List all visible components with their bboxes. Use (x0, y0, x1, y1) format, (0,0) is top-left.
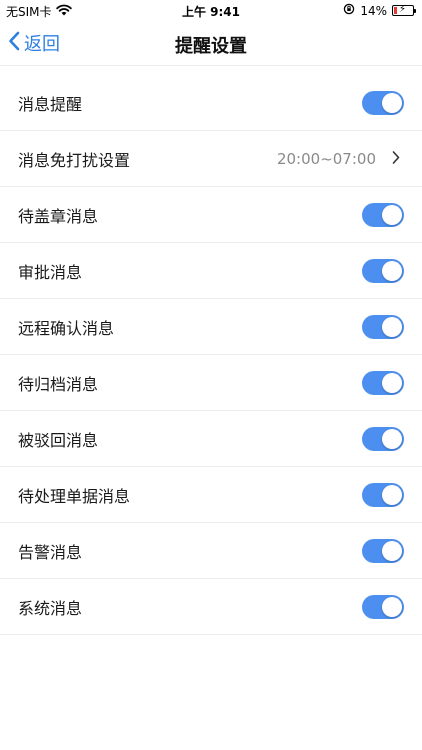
setting-label: 被驳回消息 (18, 430, 99, 450)
rejected-toggle[interactable] (362, 426, 404, 451)
toggle-knob (382, 204, 402, 225)
setting-row-rejected: 被驳回消息 (0, 411, 422, 467)
settings-list: 消息提醒 消息免打扰设置 20:00~07:00 待盖章消息 审批消息 远程确认… (0, 75, 422, 635)
toggle-knob (382, 260, 402, 281)
setting-label: 消息提醒 (18, 94, 83, 114)
setting-row-pending-archive: 待归档消息 (0, 355, 422, 411)
navigation-bar: 返回 提醒设置 (0, 22, 422, 66)
pending-archive-toggle[interactable] (362, 370, 404, 395)
setting-row-alarm: 告警消息 (0, 523, 422, 579)
remote-confirm-toggle[interactable] (362, 314, 404, 339)
setting-row-pending-documents: 待处理单据消息 (0, 467, 422, 523)
setting-label: 消息免打扰设置 (18, 150, 131, 170)
approval-toggle[interactable] (362, 258, 404, 283)
toggle-knob (382, 316, 402, 337)
toggle-knob (382, 596, 402, 617)
do-not-disturb-time: 20:00~07:00 (276, 149, 376, 168)
setting-label: 远程确认消息 (18, 318, 115, 338)
pending-documents-toggle[interactable] (362, 482, 404, 507)
setting-label: 系统消息 (18, 598, 83, 618)
toggle-knob (382, 372, 402, 393)
chevron-right-icon (392, 149, 400, 168)
charging-bolt-icon: ⚡ (399, 4, 407, 15)
setting-label: 待盖章消息 (18, 206, 99, 226)
battery-percent: 14% (360, 3, 387, 18)
setting-row-do-not-disturb[interactable]: 消息免打扰设置 20:00~07:00 (0, 131, 422, 187)
toggle-knob (382, 540, 402, 561)
pending-seal-toggle[interactable] (362, 202, 404, 227)
status-bar: 无SIM卡 上午 9:41 14% ⚡ (0, 0, 422, 22)
orientation-lock-icon (343, 3, 355, 18)
battery-level (394, 7, 397, 14)
toggle-knob (382, 92, 402, 113)
setting-row-message-reminder: 消息提醒 (0, 75, 422, 131)
setting-row-approval: 审批消息 (0, 243, 422, 299)
battery-icon: ⚡ (392, 4, 416, 16)
alarm-toggle[interactable] (362, 538, 404, 563)
toggle-knob (382, 484, 402, 505)
system-toggle[interactable] (362, 594, 404, 619)
setting-label: 待处理单据消息 (18, 486, 131, 506)
setting-label: 审批消息 (18, 262, 83, 282)
toggle-knob (382, 428, 402, 449)
status-right: 14% ⚡ (343, 3, 416, 18)
message-reminder-toggle[interactable] (362, 90, 404, 115)
setting-label: 待归档消息 (18, 374, 99, 394)
setting-row-system: 系统消息 (0, 579, 422, 635)
setting-row-pending-seal: 待盖章消息 (0, 187, 422, 243)
setting-row-remote-confirm: 远程确认消息 (0, 299, 422, 355)
page-title: 提醒设置 (175, 36, 247, 57)
setting-label: 告警消息 (18, 542, 83, 562)
